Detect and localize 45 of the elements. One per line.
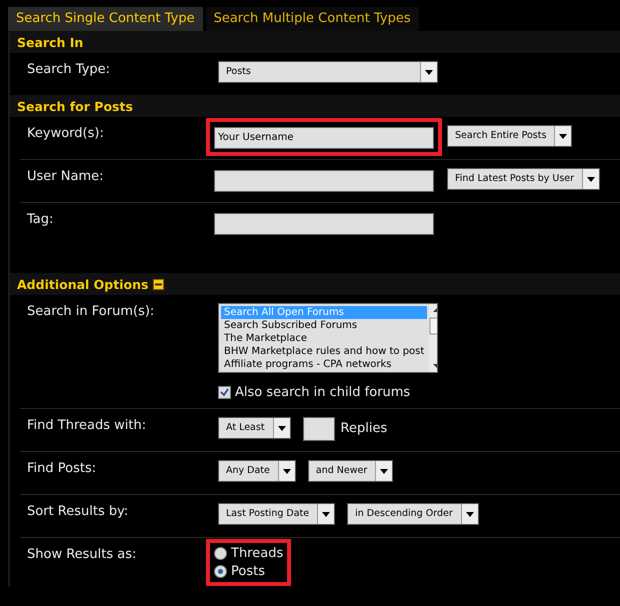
dropdown[interactable]: Find Latest Posts by User [447, 168, 600, 190]
forum-listbox[interactable]: Search All Open Forums Search Subscribed Forums The Marketplace BHW Marketplace rules and how to post Affiliate programs - CPA networks [218, 303, 438, 373]
section-title: Additional Options [17, 276, 148, 292]
text-field[interactable]: Your Username [214, 126, 434, 148]
section-title: Search In [17, 34, 84, 50]
caret-icon [380, 468, 388, 474]
dropdown[interactable]: Any Date [218, 460, 296, 482]
dropdown[interactable]: At Least [218, 417, 291, 439]
tab[interactable]: Search Single Content Type [8, 7, 203, 31]
checkmark-icon [220, 388, 229, 397]
field-label: Tag: [27, 211, 54, 229]
child-forums-checkbox[interactable]: Also search in child forums [218, 385, 410, 400]
list-item[interactable]: The Marketplace [221, 332, 428, 345]
field-label: Sort Results by: [27, 503, 130, 521]
field-label: Keyword(s): [27, 125, 105, 143]
field-label: Find Posts: [27, 460, 98, 478]
text-field[interactable] [214, 212, 434, 234]
caret-icon [425, 70, 433, 74]
dropdown[interactable]: in Descending Order [347, 503, 479, 525]
field-suffix: Replies [340, 420, 388, 438]
caret-icon [322, 512, 330, 516]
section-title: Search for Posts [17, 98, 133, 114]
caret-icon [466, 512, 474, 516]
collapse-icon[interactable] [153, 278, 164, 290]
list-item[interactable]: BHW Marketplace rules and how to post [221, 345, 428, 358]
text-field[interactable] [214, 170, 434, 192]
field-label: Search Type: [27, 61, 112, 79]
tab[interactable]: Search Multiple Content Types [206, 7, 419, 31]
field-label: Find Threads with: [27, 417, 148, 435]
number-field[interactable] [302, 417, 335, 441]
dropdown[interactable]: Posts [218, 61, 438, 83]
radio-option[interactable]: Threads [214, 546, 284, 561]
radio-option[interactable]: Posts [214, 564, 284, 579]
caret-icon [587, 176, 596, 182]
caret-icon [282, 468, 291, 474]
list-item[interactable]: Search Subscribed Forums [221, 319, 428, 332]
dropdown[interactable]: and Newer [308, 460, 394, 482]
field-label: Search in Forum(s): [27, 303, 156, 321]
caret-icon [278, 426, 286, 430]
dropdown[interactable]: Search Entire Posts [447, 125, 572, 147]
list-item[interactable]: Affiliate programs - CPA networks [221, 358, 428, 371]
dropdown[interactable]: Last Posting Date [218, 503, 336, 525]
field-label: User Name: [27, 168, 104, 186]
caret-icon [559, 134, 568, 138]
field-label: Show Results as: [27, 546, 138, 564]
